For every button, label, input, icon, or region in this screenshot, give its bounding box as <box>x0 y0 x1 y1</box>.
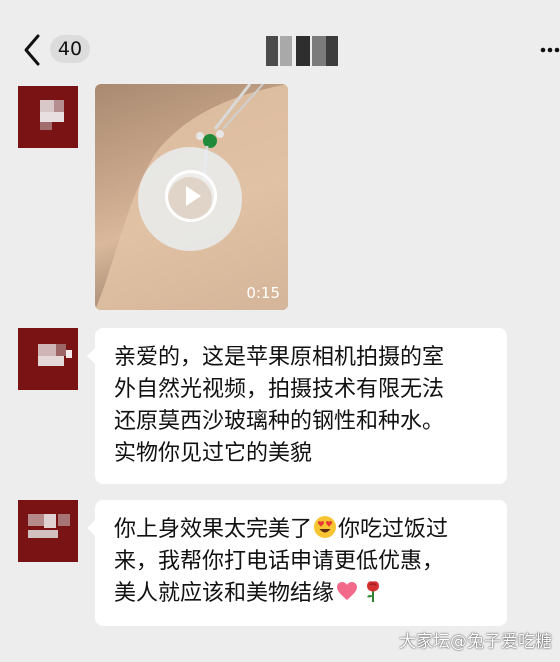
text-message[interactable]: 亲爱的，这是苹果原相机拍摄的室 外自然光视频，拍摄技术有限无法 还原莫西沙玻璃种… <box>87 328 507 484</box>
message-text: 美人就应该和美物结缘 <box>114 581 335 606</box>
chat-header: 40 <box>0 0 560 92</box>
message-line-1: 你上身效果太完美了 你吃过饭过 <box>114 514 493 546</box>
watermark: 大家坛@兔子爱吃糖 <box>399 632 552 652</box>
unread-count-badge[interactable]: 40 <box>50 35 90 63</box>
text-message[interactable]: 你上身效果太完美了 你吃过饭过 来，我帮你打电话申请更低优惠， 美人就应该和美物… <box>87 500 507 626</box>
message-line: 外自然光视频，拍摄技术有限无法 <box>114 377 445 402</box>
message-line: 亲爱的，这是苹果原相机拍摄的室 <box>114 345 445 370</box>
video-duration: 0:15 <box>246 284 280 302</box>
message-line: 实物你见过它的美貌 <box>114 441 313 466</box>
avatar[interactable] <box>18 86 78 148</box>
play-icon <box>186 186 201 206</box>
message-text: 你上身效果太完美了 <box>114 517 313 542</box>
heart-eyes-emoji-icon <box>314 516 337 538</box>
play-button[interactable] <box>165 170 217 222</box>
more-options-icon[interactable] <box>540 40 560 60</box>
avatar[interactable] <box>18 328 78 390</box>
avatar[interactable] <box>18 500 78 562</box>
video-message[interactable]: 0:15 <box>95 84 288 310</box>
message-line-3: 美人就应该和美物结缘 <box>114 578 493 610</box>
heart-emoji-icon <box>337 582 358 600</box>
chat-title-obscured <box>266 36 338 66</box>
rose-emoji-icon <box>367 581 380 602</box>
message-line: 还原莫西沙玻璃种的钢性和种水。 <box>114 409 445 434</box>
message-line: 来，我帮你打电话申请更低优惠， <box>114 549 445 574</box>
message-text: 你吃过饭过 <box>338 517 449 542</box>
